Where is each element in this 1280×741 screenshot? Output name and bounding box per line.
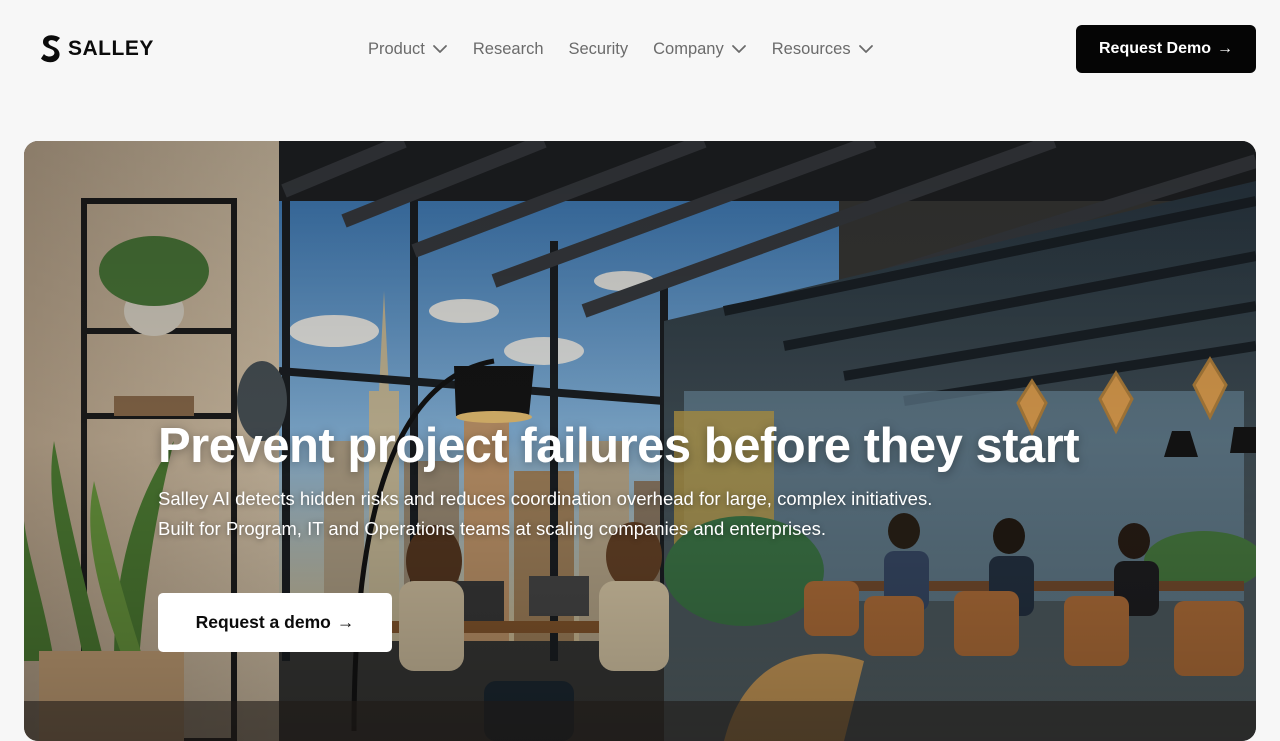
nav-item-resources[interactable]: Resources bbox=[772, 40, 874, 59]
nav-item-label: Product bbox=[368, 39, 425, 58]
nav-item-label: Security bbox=[568, 39, 629, 58]
arrow-right-icon: → bbox=[336, 612, 355, 632]
chevron-down-icon bbox=[858, 45, 873, 53]
request-a-demo-button[interactable]: Request a demo → bbox=[158, 593, 392, 652]
hero-title: Prevent project failures before they sta… bbox=[158, 419, 1080, 473]
nav-item-product[interactable]: Product bbox=[368, 40, 448, 59]
brand-name: SALLEY bbox=[68, 37, 154, 60]
brand-logo[interactable]: SALLEY bbox=[40, 34, 154, 64]
request-demo-button[interactable]: Request Demo → bbox=[1076, 25, 1256, 73]
nav-item-company[interactable]: Company bbox=[653, 40, 747, 59]
nav-item-label: Resources bbox=[771, 39, 851, 58]
request-demo-label: Request Demo bbox=[1098, 40, 1212, 57]
nav-item-label: Research bbox=[472, 39, 544, 58]
hero-subtitle: Salley AI detects hidden risks and reduc… bbox=[158, 484, 1158, 544]
request-a-demo-label: Request a demo bbox=[195, 612, 331, 632]
nav-item-label: Company bbox=[653, 39, 724, 58]
nav-item-security[interactable]: Security bbox=[569, 40, 629, 59]
s-mark-icon bbox=[41, 35, 60, 63]
hero-subtitle-line-1: Salley AI detects hidden risks and reduc… bbox=[158, 488, 933, 509]
site-header: SALLEY Product Research Security Company… bbox=[0, 0, 1280, 97]
chevron-down-icon bbox=[432, 45, 447, 53]
hero-subtitle-line-2: Built for Program, IT and Operations tea… bbox=[158, 518, 827, 539]
arrow-right-icon: → bbox=[1217, 40, 1234, 57]
chevron-down-icon bbox=[731, 45, 746, 53]
nav-item-research[interactable]: Research bbox=[473, 40, 544, 59]
main-nav: Product Research Security Company Resour… bbox=[368, 36, 874, 62]
hero-section: Prevent project failures before they sta… bbox=[24, 141, 1256, 741]
